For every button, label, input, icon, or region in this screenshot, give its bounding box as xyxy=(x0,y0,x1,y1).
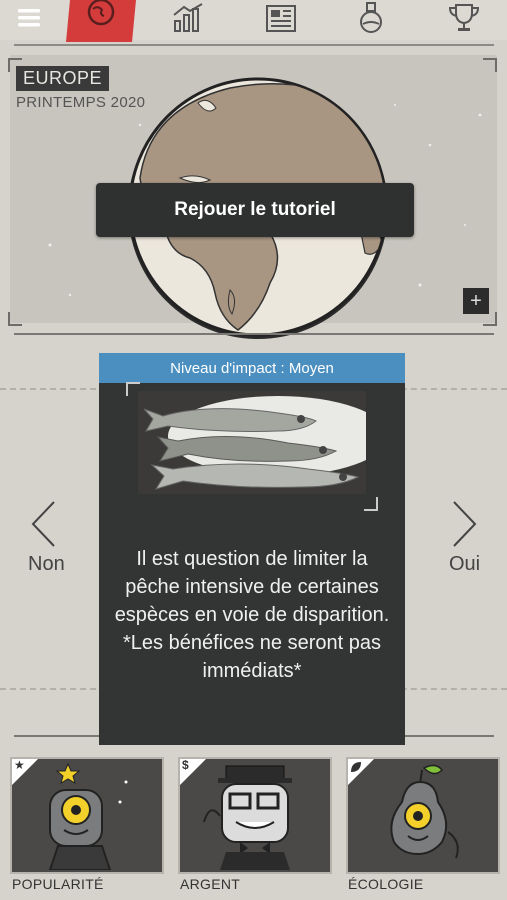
photo-frame-corner xyxy=(364,497,378,511)
star-icon: ★ xyxy=(14,758,25,772)
leaf-icon xyxy=(351,762,361,772)
ecology-mascot xyxy=(390,764,459,859)
replay-tutorial-button[interactable]: Rejouer le tutoriel xyxy=(96,183,414,237)
bar-chart-icon xyxy=(173,3,203,32)
tab-world[interactable] xyxy=(66,0,136,42)
chevron-left-icon[interactable] xyxy=(30,500,56,548)
frame-corner xyxy=(483,312,497,326)
menu-icon[interactable] xyxy=(8,0,50,36)
tab-trophies[interactable] xyxy=(443,0,485,36)
popularity-label: POPULARITÉ xyxy=(12,876,104,892)
choice-no-label[interactable]: Non xyxy=(28,553,65,576)
tab-news[interactable] xyxy=(260,0,302,36)
popularity-mascot xyxy=(48,762,128,870)
nav-divider xyxy=(14,44,494,46)
fish-photo xyxy=(138,391,366,494)
tab-science[interactable] xyxy=(350,0,392,36)
decision-text: Il est question de limiter la pêche inte… xyxy=(114,548,390,682)
region-label: EUROPE xyxy=(16,66,110,91)
ecology-label: ÉCOLOGIE xyxy=(348,876,424,892)
choice-yes-label[interactable]: Oui xyxy=(449,553,480,576)
newspaper-icon xyxy=(266,5,296,32)
trophy-icon xyxy=(448,4,480,31)
tab-statistics[interactable] xyxy=(168,0,210,36)
frame-corner xyxy=(8,312,22,326)
chevron-right-icon[interactable] xyxy=(452,500,478,548)
section-divider xyxy=(14,333,494,335)
money-label: ARGENT xyxy=(180,876,241,892)
impact-level-header: Niveau d'impact : Moyen xyxy=(99,353,405,383)
season-label: PRINTEMPS 2020 xyxy=(16,94,146,111)
dollar-icon: $ xyxy=(182,758,189,772)
expand-button[interactable]: + xyxy=(463,288,489,314)
money-mascot xyxy=(203,765,292,870)
flask-icon xyxy=(360,2,382,33)
frame-corner xyxy=(483,58,497,72)
